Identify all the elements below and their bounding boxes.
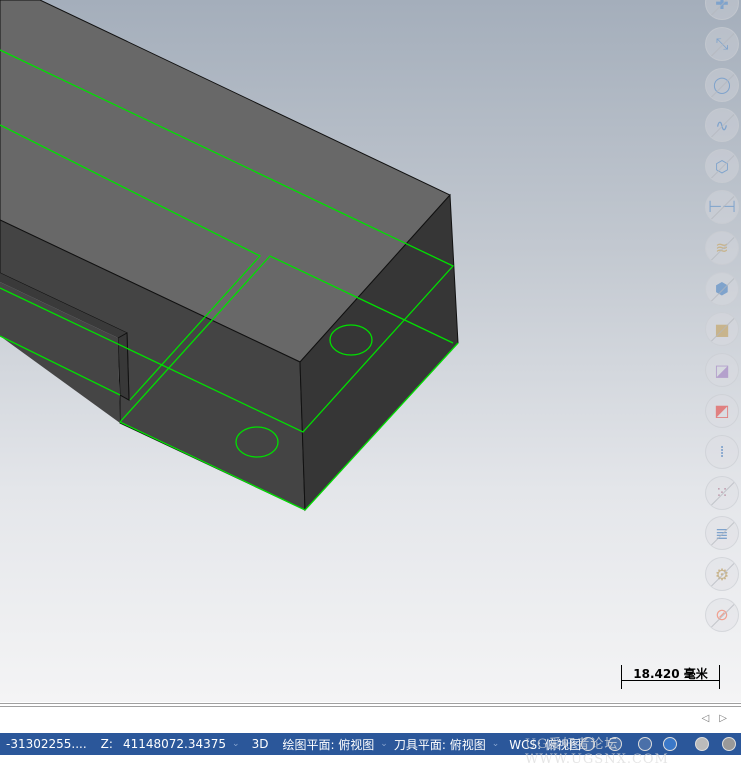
settings-gear-icon[interactable]: ⚙ bbox=[705, 557, 739, 592]
chevron-down-icon[interactable]: ⌄ bbox=[232, 739, 240, 749]
color-palette-icon[interactable]: ⁙ bbox=[705, 475, 739, 510]
view-icon[interactable] bbox=[663, 737, 677, 751]
line-endpoints-icon[interactable]: ⤡ bbox=[705, 26, 739, 61]
graphics-viewport[interactable]: ✚ ⤡ ◯ ∿ ⬡ ⊢⊣ ≋ ⬢ ■ ◪ ◩ ⁞ ⁙ ≣ ⚙ ⊘ 18.420 … bbox=[0, 0, 741, 702]
spline-icon[interactable]: ∿ bbox=[705, 108, 739, 143]
color-swap-icon[interactable]: ◪ bbox=[705, 353, 739, 388]
watermark: UG爱好者论坛 WWW.UGSNX.COM bbox=[525, 737, 669, 767]
view-icon[interactable] bbox=[608, 737, 622, 751]
z-coordinate[interactable]: 41148072.34375 bbox=[123, 737, 226, 751]
chevron-down-icon[interactable]: ⌄ bbox=[492, 739, 500, 749]
notch-side bbox=[117, 332, 130, 401]
z-label: Z: bbox=[100, 737, 113, 751]
dimension-icon[interactable]: ⊢⊣ bbox=[705, 189, 739, 224]
point-icon[interactable]: ✚ bbox=[705, 0, 739, 20]
view-icon[interactable] bbox=[638, 737, 652, 751]
no-entry-icon[interactable]: ⊘ bbox=[705, 597, 739, 632]
scale-bar: 18.420 毫米 bbox=[621, 665, 720, 689]
solid-block-icon[interactable]: ■ bbox=[705, 312, 739, 347]
right-toolbar: ✚ ⤡ ◯ ∿ ⬡ ⊢⊣ ≋ ⬢ ■ ◪ ◩ ⁞ ⁙ ≣ ⚙ ⊘ bbox=[705, 0, 739, 639]
cplane[interactable]: 绘图平面: 俯视图 bbox=[282, 736, 374, 753]
divider bbox=[0, 703, 741, 704]
x-coordinate: -31302255.... bbox=[6, 737, 87, 751]
3d-model[interactable] bbox=[0, 0, 741, 702]
mode-3d[interactable]: 3D bbox=[252, 737, 269, 751]
solid-cube-icon[interactable]: ⬢ bbox=[705, 271, 739, 306]
tplane[interactable]: 刀具平面: 俯视图 bbox=[394, 736, 486, 753]
chevron-down-icon[interactable]: ⌄ bbox=[380, 739, 388, 749]
circle-icon[interactable]: ◯ bbox=[705, 67, 739, 102]
scroll-arrows[interactable]: ◁▷ bbox=[702, 713, 737, 724]
divider bbox=[0, 706, 741, 707]
shading-icon[interactable] bbox=[722, 737, 736, 751]
color-swap-red-icon[interactable]: ◩ bbox=[705, 393, 739, 428]
layers-icon[interactable]: ≣ bbox=[705, 516, 739, 551]
view-icon[interactable] bbox=[581, 737, 595, 751]
surface-icon[interactable]: ≋ bbox=[705, 230, 739, 265]
attribute-icon[interactable]: ⁞ bbox=[705, 434, 739, 469]
shading-icon[interactable] bbox=[695, 737, 709, 751]
wireframe-cube-icon[interactable]: ⬡ bbox=[705, 149, 739, 184]
